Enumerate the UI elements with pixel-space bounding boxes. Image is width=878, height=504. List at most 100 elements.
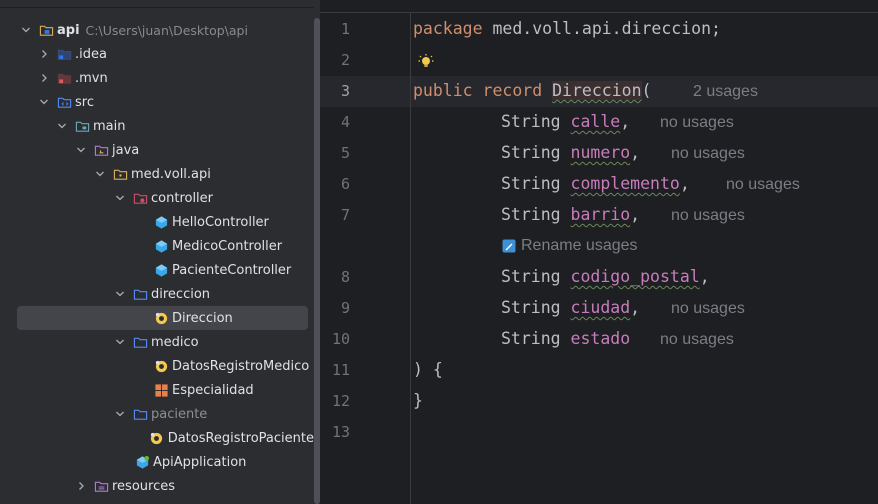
class-icon <box>153 238 169 254</box>
tree-item-direccion-package[interactable]: direccion <box>0 282 314 306</box>
resources-folder-icon <box>93 478 109 494</box>
class-icon <box>153 262 169 278</box>
usages-hint[interactable]: no usages <box>726 176 800 194</box>
line-number: 11 <box>331 361 350 379</box>
line-number: 9 <box>340 299 350 317</box>
chevron-down-icon[interactable] <box>114 186 126 210</box>
tree-item-medicocontroller[interactable]: MedicoController <box>0 234 314 258</box>
code-line-field[interactable]: String numero, <box>501 143 640 162</box>
record-name[interactable]: Direccion <box>552 81 642 100</box>
code-line-close-paren[interactable]: ) { <box>413 360 443 379</box>
code-line-field[interactable]: String calle, <box>501 112 630 131</box>
project-tool-window: api C:\Users\juan\Desktop\api .idea .mvn… <box>0 0 314 504</box>
package-icon <box>132 406 148 422</box>
package-icon <box>132 286 148 302</box>
chevron-down-icon[interactable] <box>94 162 106 186</box>
tree-item-hellocontroller[interactable]: HelloController <box>0 210 314 234</box>
tree-item-label: ApiApplication <box>153 454 247 470</box>
code-line-close-brace[interactable]: } <box>413 391 423 410</box>
tree-item-src[interactable]: src <box>0 90 314 114</box>
tree-item-api[interactable]: api C:\Users\juan\Desktop\api <box>0 18 314 42</box>
tree-item-label: paciente <box>151 406 208 422</box>
tree-item-resources[interactable]: resources <box>0 474 314 498</box>
line-number: 13 <box>331 423 350 441</box>
chevron-down-icon[interactable] <box>114 402 126 426</box>
field-name: codigo_postal <box>570 267 700 286</box>
tree-item-idea[interactable]: .idea <box>0 42 314 66</box>
field-name: barrio <box>570 205 631 224</box>
field-type: String <box>501 205 561 224</box>
folder-icon <box>74 118 90 134</box>
code-line-package[interactable]: package med.voll.api.direccion; <box>413 19 721 38</box>
chevron-down-icon[interactable] <box>56 114 68 138</box>
java-sources-folder-icon <box>93 142 109 158</box>
tree-item-label: controller <box>151 190 214 206</box>
chevron-right-icon[interactable] <box>38 42 50 66</box>
tree-item-paciente-package[interactable]: paciente <box>0 402 314 426</box>
tree-item-pacientecontroller[interactable]: PacienteController <box>0 258 314 282</box>
open-paren: ( <box>641 81 652 100</box>
line-number: 6 <box>340 175 350 193</box>
tree-item-mvn[interactable]: .mvn <box>0 66 314 90</box>
tree-item-label: java <box>112 142 140 158</box>
keyword-public: public <box>413 81 473 100</box>
tree-item-label: direccion <box>151 286 211 302</box>
chevron-down-icon[interactable] <box>114 282 126 306</box>
record-icon <box>153 310 169 326</box>
usages-hint[interactable]: no usages <box>660 331 734 349</box>
tree-item-main[interactable]: main <box>0 114 314 138</box>
usages-hint[interactable]: no usages <box>671 207 745 225</box>
chevron-right-icon[interactable] <box>38 66 50 90</box>
line-number: 8 <box>340 268 350 286</box>
lightbulb-icon[interactable] <box>417 53 435 71</box>
line-number-gutter[interactable]: 1 2 3 4 5 6 7 8 9 10 11 12 13 <box>320 0 410 504</box>
package-icon <box>112 166 128 182</box>
code-line-field[interactable]: String codigo_postal, <box>501 267 710 286</box>
field-type: String <box>501 112 561 131</box>
tree-item-package-root[interactable]: med.voll.api <box>0 162 314 186</box>
chevron-down-icon[interactable] <box>75 138 87 162</box>
chevron-down-icon[interactable] <box>38 90 50 114</box>
usages-hint[interactable]: no usages <box>671 145 745 163</box>
tree-item-label: resources <box>112 478 176 494</box>
tree-item-datosregistromedico[interactable]: DatosRegistroMedico <box>0 354 314 378</box>
chevron-down-icon[interactable] <box>20 18 32 42</box>
tree-item-label: medico <box>151 334 199 350</box>
field-punct: , <box>630 143 641 162</box>
record-icon <box>153 358 169 374</box>
field-type: String <box>501 174 561 193</box>
tree-item-label: src <box>75 94 94 110</box>
tree-item-especialidad[interactable]: Especialidad <box>0 378 314 402</box>
code-line-field[interactable]: String barrio, <box>501 205 640 224</box>
line-number: 1 <box>340 20 350 38</box>
tree-item-apiapplication[interactable]: ApiApplication <box>0 450 314 474</box>
tree-item-datosregistropaciente[interactable]: DatosRegistroPaciente <box>0 426 314 450</box>
line-number: 7 <box>340 206 350 224</box>
record-icon <box>149 430 165 446</box>
keyword-package: package <box>413 19 483 38</box>
rename-hint-label[interactable]: Rename usages <box>521 237 638 255</box>
field-punct: , <box>679 174 690 193</box>
tree-item-label: .mvn <box>75 70 108 86</box>
tree-item-direccion-record[interactable]: Direccion <box>0 306 314 330</box>
package-name: med.voll.api.direccion; <box>482 19 721 38</box>
code-line-field[interactable]: String estado <box>501 329 630 348</box>
tree-item-java[interactable]: java <box>0 138 314 162</box>
rename-usages-hint[interactable]: Rename usages <box>502 237 638 255</box>
chevron-down-icon[interactable] <box>114 330 126 354</box>
code-line-record-decl[interactable]: public record Direccion( <box>413 81 651 100</box>
field-punct: , <box>630 298 641 317</box>
usages-hint[interactable]: no usages <box>660 114 734 132</box>
field-name: complemento <box>570 174 680 193</box>
code-line-field[interactable]: String ciudad, <box>501 298 640 317</box>
line-number: 4 <box>340 113 350 131</box>
tree-item-controller[interactable]: controller <box>0 186 314 210</box>
line-number: 12 <box>331 392 350 410</box>
code-editor[interactable]: 1 2 3 4 5 6 7 8 9 10 11 12 13 package me… <box>320 0 878 504</box>
usages-hint[interactable]: 2 usages <box>693 83 758 101</box>
usages-hint[interactable]: no usages <box>671 300 745 318</box>
chevron-right-icon[interactable] <box>75 474 87 498</box>
code-line-field[interactable]: String complemento, <box>501 174 690 193</box>
tree-item-medico-package[interactable]: medico <box>0 330 314 354</box>
field-name: ciudad <box>570 298 631 317</box>
